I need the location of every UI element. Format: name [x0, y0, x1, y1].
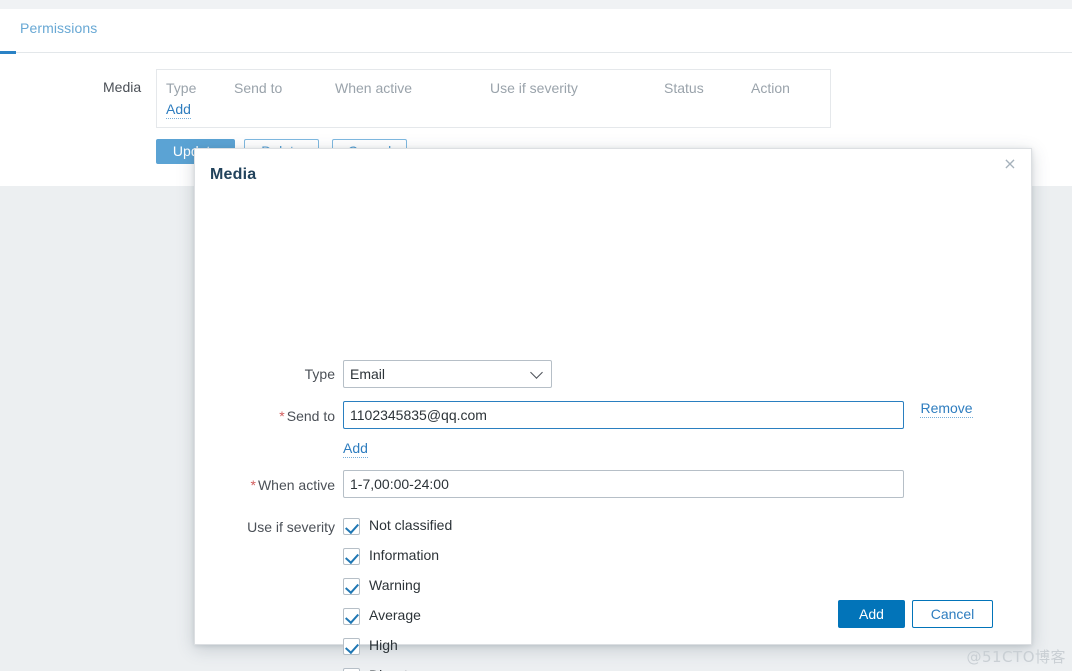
dialog-title: Media	[210, 166, 257, 183]
tab-active-indicator	[0, 51, 16, 54]
send-to-control: Remove	[343, 400, 973, 429]
screen: Permissions Media Type Send to When acti…	[0, 0, 1072, 671]
type-control: EmailSMSJabberEz Texting	[343, 360, 552, 388]
use-if-severity-label: Use if severity	[247, 519, 335, 535]
dialog-add-button[interactable]: Add	[838, 600, 905, 628]
watermark: @51CTO博客	[966, 648, 1066, 666]
checkbox-icon[interactable]	[343, 548, 360, 565]
severity-label: Disaster	[369, 667, 420, 671]
media-column-use-if-severity: Use if severity	[490, 80, 578, 96]
media-add-link[interactable]: Add	[166, 101, 191, 119]
send-to-label-text: Send to	[286, 408, 335, 424]
required-marker: *	[279, 408, 285, 424]
when-active-input[interactable]	[343, 470, 904, 498]
dialog-cancel-button[interactable]: Cancel	[912, 600, 993, 628]
media-column-send-to: Send to	[234, 80, 283, 96]
send-to-remove-link[interactable]: Remove	[920, 400, 973, 418]
severity-label: Information	[369, 547, 440, 563]
type-label: Type	[304, 366, 335, 382]
send-to-input[interactable]	[343, 401, 904, 429]
dialog-footer: Add Cancel	[195, 586, 1031, 644]
when-active-control	[343, 470, 904, 498]
media-dialog: Media × Type EmailSMSJabberEz Texting *S…	[194, 148, 1032, 671]
tab-permissions[interactable]: Permissions	[20, 20, 97, 36]
tab-bar: Permissions	[0, 9, 1072, 54]
close-icon[interactable]: ×	[999, 153, 1021, 175]
media-column-action: Action	[751, 80, 790, 96]
required-marker: *	[250, 477, 256, 493]
page-top-strip	[0, 0, 1072, 9]
type-select[interactable]: EmailSMSJabberEz Texting	[343, 360, 552, 388]
severity-label: Not classified	[369, 517, 453, 533]
type-select-wrap: EmailSMSJabberEz Texting	[343, 360, 552, 388]
when-active-label: * When active	[195, 477, 336, 493]
media-column-status: Status	[664, 80, 704, 96]
media-field-label: Media	[103, 79, 142, 95]
when-active-label-text: When active	[257, 477, 335, 493]
media-table: Type Send to When active Use if severity…	[156, 69, 831, 128]
send-to-add-link[interactable]: Add	[343, 440, 368, 458]
media-column-type: Type	[166, 80, 197, 96]
send-to-label: * Send to	[195, 408, 335, 424]
send-to-add-control: Add	[343, 440, 368, 458]
checkbox-icon[interactable]	[343, 518, 360, 535]
media-column-when-active: When active	[335, 80, 413, 96]
